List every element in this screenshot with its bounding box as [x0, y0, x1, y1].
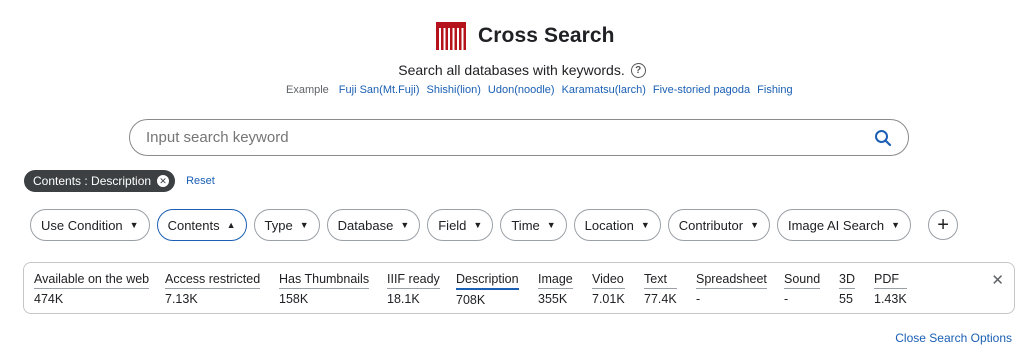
- reset-link[interactable]: Reset: [186, 175, 215, 187]
- filter-label: Field: [438, 217, 467, 233]
- search-bar: [129, 119, 909, 156]
- example-link[interactable]: Karamatsu(larch): [562, 84, 646, 96]
- caret-down-icon: ▼: [750, 220, 759, 230]
- contents-option[interactable]: Has Thumbnails 158K: [279, 272, 370, 306]
- brand-header: Cross Search: [436, 20, 615, 52]
- filter-label: Location: [584, 217, 634, 233]
- option-count: 355K: [538, 292, 568, 306]
- option-label: PDF: [874, 272, 907, 289]
- option-label: Image: [538, 272, 573, 289]
- filter-database[interactable]: Database ▼: [326, 209, 421, 241]
- contents-options-panel: Available on the web 474K Access restric…: [23, 262, 1015, 314]
- caret-down-icon: ▼: [299, 220, 309, 230]
- close-icon[interactable]: ✕: [991, 271, 1004, 289]
- filter-use-condition[interactable]: Use Condition ▼: [30, 209, 150, 241]
- filter-contributor[interactable]: Contributor ▼: [667, 209, 770, 241]
- filter-label: Use Condition: [41, 217, 123, 233]
- page-subtitle: Search all databases with keywords.: [398, 62, 625, 78]
- example-link[interactable]: Fishing: [757, 84, 792, 96]
- option-count: 7.13K: [165, 292, 198, 306]
- option-count: 1.43K: [874, 292, 907, 306]
- option-label: 3D: [839, 272, 855, 289]
- question-circle-icon[interactable]: ?: [630, 62, 646, 78]
- contents-option[interactable]: PDF 1.43K: [874, 272, 907, 306]
- caret-down-icon: ▼: [473, 220, 483, 230]
- caret-down-icon: ▼: [400, 220, 410, 230]
- contents-option[interactable]: Image 355K: [538, 272, 573, 306]
- caret-down-icon: ▼: [129, 220, 139, 230]
- active-filter-label: Contents : Description: [33, 174, 152, 188]
- option-count: 77.4K: [644, 292, 677, 306]
- option-label: Video: [592, 272, 625, 289]
- contents-option[interactable]: Sound -: [784, 272, 821, 306]
- close-search-options-link[interactable]: Close Search Options: [895, 331, 1012, 345]
- filter-contents[interactable]: Contents ▲: [156, 209, 247, 241]
- example-link[interactable]: Fuji San(Mt.Fuji): [339, 84, 420, 96]
- option-label: Available on the web: [34, 272, 150, 289]
- contents-option[interactable]: IIIF ready 18.1K: [387, 272, 440, 306]
- option-count: 708K: [456, 293, 486, 307]
- contents-option[interactable]: Available on the web 474K: [34, 272, 150, 306]
- option-label: Description: [456, 272, 519, 290]
- app-title: Cross Search: [478, 24, 615, 47]
- option-count: 18.1K: [387, 292, 420, 306]
- filter-label: Type: [264, 217, 293, 233]
- contents-option[interactable]: Spreadsheet -: [696, 272, 767, 306]
- contents-option[interactable]: Video 7.01K: [592, 272, 625, 306]
- caret-up-icon: ▲: [226, 220, 236, 230]
- subtitle-row: Search all databases with keywords. ?: [0, 62, 1028, 78]
- filter-time[interactable]: Time ▼: [500, 209, 567, 241]
- search-icon[interactable]: [872, 127, 894, 149]
- caret-down-icon: ▼: [546, 220, 556, 230]
- examples-label: Example: [286, 84, 329, 96]
- contents-option[interactable]: 3D 55: [839, 272, 855, 306]
- option-count: 55: [839, 292, 853, 306]
- filter-label: Time: [511, 217, 540, 233]
- option-label: Spreadsheet: [696, 272, 767, 289]
- logo-icon: [436, 22, 466, 50]
- search-input[interactable]: [146, 129, 872, 146]
- filter-label: Contributor: [678, 217, 744, 233]
- cross-search-page: Cross Search Search all databases with k…: [0, 0, 1028, 348]
- active-filter-chip[interactable]: Contents : Description ✕: [24, 170, 176, 192]
- caret-down-icon: ▼: [640, 220, 650, 230]
- contents-option[interactable]: Text 77.4K: [644, 272, 677, 306]
- option-count: -: [696, 292, 701, 306]
- option-label: Sound: [784, 272, 821, 289]
- remove-filter-icon[interactable]: ✕: [157, 175, 170, 187]
- option-label: IIIF ready: [387, 272, 440, 289]
- filter-location[interactable]: Location ▼: [573, 209, 661, 241]
- caret-down-icon: ▼: [891, 220, 901, 230]
- option-label: Text: [644, 272, 677, 289]
- option-count: 7.01K: [592, 292, 625, 306]
- filter-label: Contents: [167, 217, 220, 233]
- active-filters: Contents : Description ✕ Reset: [24, 170, 215, 192]
- filter-bar: Use Condition ▼ Contents ▲ Type ▼ Databa…: [30, 209, 959, 241]
- filter-type[interactable]: Type ▼: [253, 209, 320, 241]
- example-keywords: Example Fuji San(Mt.Fuji) Shishi(lion) U…: [286, 84, 800, 96]
- contents-option[interactable]: Access restricted 7.13K: [165, 272, 261, 306]
- plus-icon[interactable]: +: [928, 210, 959, 240]
- option-label: Has Thumbnails: [279, 272, 370, 289]
- option-count: -: [784, 292, 789, 306]
- option-count: 158K: [279, 292, 309, 306]
- example-link[interactable]: Udon(noodle): [488, 84, 555, 96]
- filter-field[interactable]: Field ▼: [427, 209, 494, 241]
- contents-option-selected[interactable]: Description 708K: [456, 272, 519, 307]
- option-count: 474K: [34, 292, 64, 306]
- option-label: Access restricted: [165, 272, 261, 289]
- example-link[interactable]: Five-storied pagoda: [653, 84, 750, 96]
- filter-image-ai-search[interactable]: Image AI Search ▼: [776, 209, 912, 241]
- filter-label: Database: [337, 217, 394, 233]
- filter-label: Image AI Search: [787, 217, 885, 233]
- example-link[interactable]: Shishi(lion): [426, 84, 480, 96]
